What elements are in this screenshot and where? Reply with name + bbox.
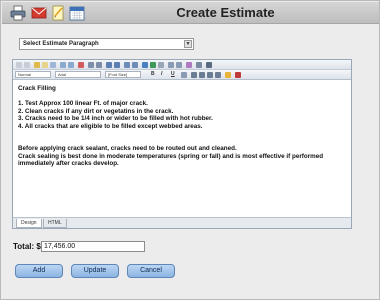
paste-icon[interactable]	[34, 62, 40, 68]
estimate-paragraph-select[interactable]: Select Estimate Paragraph ▼	[19, 38, 194, 50]
redo-icon[interactable]	[68, 62, 74, 68]
content-item: 4. All cracks that are eligible to be fi…	[18, 122, 203, 130]
copy-icon[interactable]	[24, 62, 30, 68]
content-item: 3. Cracks need to be 1/4 inch or wider t…	[18, 115, 213, 122]
insert-image-icon[interactable]	[142, 62, 148, 68]
paste-text-icon[interactable]	[42, 62, 48, 68]
font-size-select[interactable]: [Font Size]	[105, 71, 141, 78]
editor-toolbar-top	[13, 60, 351, 70]
numbered-list-icon[interactable]	[114, 62, 120, 68]
editor-content[interactable]: Crack Filling 1. Test Approx 100 linear …	[13, 81, 351, 217]
tab-design[interactable]: Design	[16, 219, 42, 228]
font-select[interactable]: Arial	[55, 71, 101, 78]
special-char-icon[interactable]	[186, 62, 192, 68]
content-note: Before applying crack sealant, cracks ne…	[18, 145, 237, 152]
paste-word-icon[interactable]	[50, 62, 56, 68]
estimate-window: Create Estimate Select Estimate Paragrap…	[0, 0, 380, 300]
align-justify-icon[interactable]	[215, 72, 221, 78]
highlight-color-icon[interactable]	[225, 72, 231, 78]
tab-html[interactable]: HTML	[43, 219, 67, 228]
editor-mode-tabs: Design HTML	[13, 217, 351, 228]
align-right-icon[interactable]	[207, 72, 213, 78]
toggle-border-icon[interactable]	[196, 62, 202, 68]
rich-text-editor: Normal Arial [Font Size] B I U Crack Fil…	[12, 59, 352, 229]
spellcheck-icon[interactable]	[78, 62, 84, 68]
strikethrough-icon[interactable]	[181, 72, 187, 78]
fullscreen-icon[interactable]	[206, 62, 212, 68]
header-bar: Create Estimate	[2, 2, 379, 24]
underline-button[interactable]: U	[171, 71, 175, 78]
indent-icon[interactable]	[132, 62, 138, 68]
outdent-icon[interactable]	[124, 62, 130, 68]
page-title: Create Estimate	[176, 5, 275, 20]
content-item: 2. Clean cracks if any dirt or vegetatin…	[18, 107, 174, 115]
cut-icon[interactable]	[16, 62, 22, 68]
align-center-icon[interactable]	[199, 72, 205, 78]
format-select[interactable]: Normal	[15, 71, 51, 78]
undo-icon[interactable]	[60, 62, 66, 68]
bullet-list-icon[interactable]	[106, 62, 112, 68]
superscript-icon[interactable]	[88, 62, 94, 68]
subscript-icon[interactable]	[96, 62, 102, 68]
font-color-icon[interactable]	[235, 72, 241, 78]
bold-button[interactable]: B	[151, 71, 155, 78]
chevron-down-icon[interactable]: ▼	[184, 40, 192, 48]
total-field[interactable]: 17,456.00	[41, 241, 145, 252]
total-label: Total: $	[13, 242, 41, 251]
insert-table-icon[interactable]	[168, 62, 174, 68]
unlink-icon[interactable]	[158, 62, 164, 68]
italic-button[interactable]: I	[161, 71, 162, 78]
content-note: immediately after cracks develop.	[18, 160, 119, 167]
add-button[interactable]: Add	[15, 264, 63, 278]
align-left-icon[interactable]	[191, 72, 197, 78]
editor-toolbar-bottom: Normal Arial [Font Size] B I U	[13, 70, 351, 80]
cancel-button[interactable]: Cancel	[127, 264, 175, 278]
update-button[interactable]: Update	[71, 264, 119, 278]
paragraph-select-value: Select Estimate Paragraph	[23, 41, 99, 47]
content-heading: Crack Filling	[18, 85, 56, 92]
content-note: Crack sealing is best done in moderate t…	[18, 152, 324, 160]
content-item: 1. Test Approx 100 linear Ft. of major c…	[18, 100, 148, 107]
horizontal-rule-icon[interactable]	[176, 62, 182, 68]
insert-link-icon[interactable]	[150, 62, 156, 68]
